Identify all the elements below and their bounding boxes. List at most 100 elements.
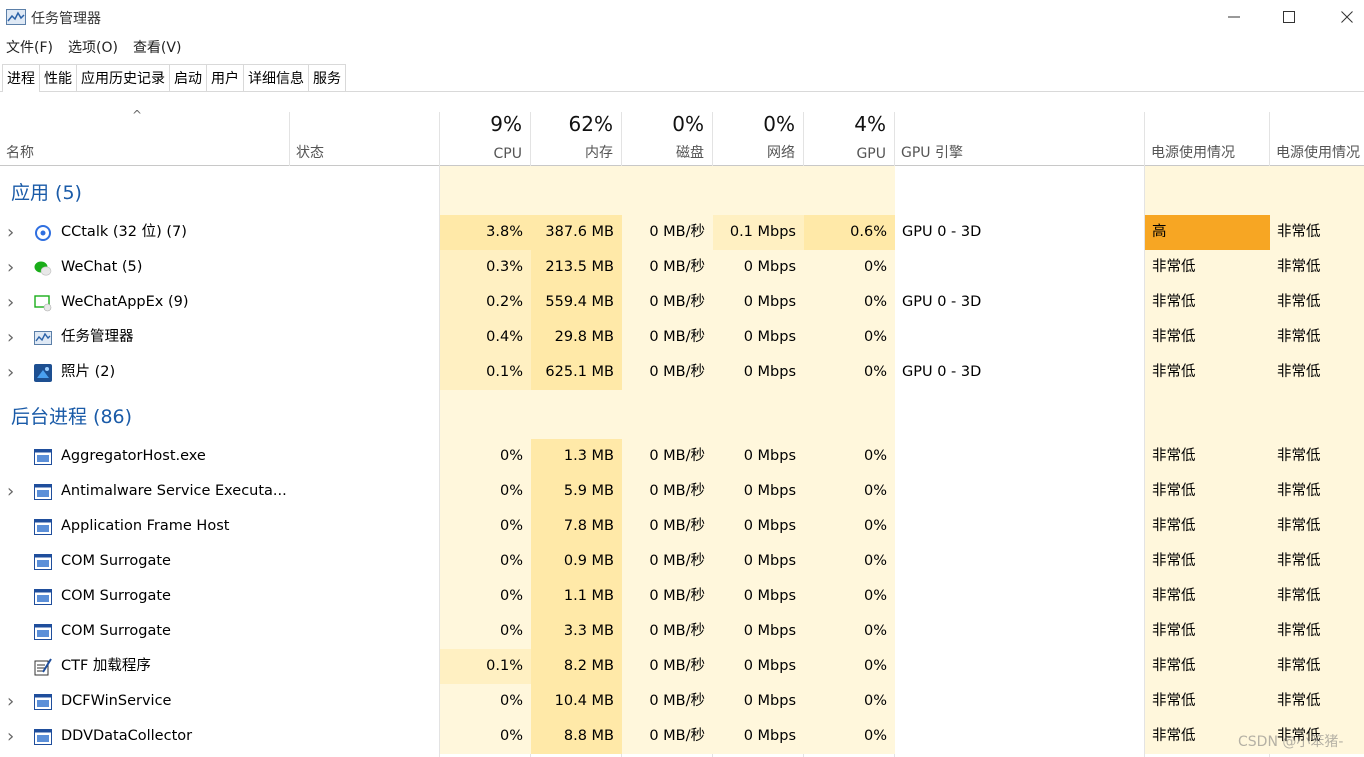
process-icon [34,553,52,571]
cctalk-icon [34,224,52,242]
process-row[interactable]: Application Frame Host 0% 7.8 MB 0 MB/秒 0 Mb… [0,509,1364,544]
watermark: CSDN @小笨猪- [1238,734,1344,750]
column-network[interactable]: 0% 网络 [713,112,804,166]
group-title: 后台进程 (86) [11,406,133,428]
process-row[interactable]: › WeChat (5) 0.3% 213.5 MB 0 MB/秒 0 Mbps 0% 非常低… [0,250,1364,285]
process-row[interactable]: AggregatorHost.exe 0% 1.3 MB 0 MB/秒 0 Mbps 0%… [0,439,1364,474]
process-row[interactable]: › 任务管理器 0.4% 29.8 MB 0 MB/秒 0 Mbps 0% 非常低 非常低 [0,320,1364,355]
group-header-row[interactable]: 应用 (5) [0,166,1364,215]
menu-file[interactable]: 文件(F) [0,37,59,59]
network-total-percent: 0% [763,112,795,136]
disk-value: 0 MB/秒 [622,684,713,719]
process-row[interactable]: › 照片 (2) 0.1% 625.1 MB 0 MB/秒 0 Mbps 0% GPU 0 -… [0,355,1364,390]
disk-value: 0 MB/秒 [622,285,713,320]
network-value: 0 Mbps [713,285,804,320]
process-row[interactable]: › DCFWinService 0% 10.4 MB 0 MB/秒 0 Mbps 0% 非常低… [0,684,1364,719]
process-row[interactable]: COM Surrogate 0% 0.9 MB 0 MB/秒 0 Mbps 0% 非常低 非常… [0,544,1364,579]
column-cpu[interactable]: 9% CPU [440,112,531,166]
process-row[interactable]: › Antimalware Service Executa... 0% 5.9 MB 0… [0,474,1364,509]
process-row[interactable]: COM Surrogate 0% 1.1 MB 0 MB/秒 0 Mbps 0% 非常低 非常… [0,579,1364,614]
power-usage-value: 非常低 [1145,684,1270,719]
column-name[interactable]: ^ 名称 [0,108,290,166]
column-status[interactable]: 状态 [290,112,440,166]
cpu-value: 0.1% [440,649,531,684]
process-row[interactable]: COM Surrogate 0% 3.3 MB 0 MB/秒 0 Mbps 0% 非常低 非常… [0,614,1364,649]
gpu-value: 0% [804,684,895,719]
tab-details[interactable]: 详细信息 [243,64,309,91]
close-button[interactable] [1318,0,1364,34]
network-value: 0 Mbps [713,474,804,509]
power-usage-value: 非常低 [1145,649,1270,684]
column-power-label: 电源使用情况 [1151,145,1235,161]
close-icon [1341,11,1353,23]
memory-value: 625.1 MB [531,355,622,390]
group-heat-fill [622,390,713,439]
network-value: 0 Mbps [713,719,804,754]
cpu-value: 0.1% [440,355,531,390]
chevron-right-icon[interactable]: › [7,215,14,250]
photos-icon [34,364,52,382]
chevron-right-icon[interactable]: › [7,285,14,320]
process-name: WeChatAppEx (9) [61,294,189,310]
memory-value: 387.6 MB [531,215,622,250]
column-power-trend[interactable]: 电源使用情况 [1270,112,1364,166]
gpu-engine-value: GPU 0 - 3D [902,294,982,310]
chevron-right-icon[interactable]: › [7,250,14,285]
chevron-right-icon[interactable]: › [7,684,14,719]
gpu-value: 0% [804,250,895,285]
gpu-engine-value: GPU 0 - 3D [902,364,982,380]
menu-bar: 文件(F) 选项(O) 查看(V) [0,37,190,59]
process-icon [34,623,52,641]
tab-startup[interactable]: 启动 [169,64,207,91]
disk-value: 0 MB/秒 [622,439,713,474]
power-usage-value: 非常低 [1145,509,1270,544]
menu-options[interactable]: 选项(O) [62,37,124,59]
cpu-value: 0% [440,684,531,719]
minimize-button[interactable] [1205,0,1263,34]
column-gpu[interactable]: 4% GPU [804,112,895,166]
chevron-right-icon[interactable]: › [7,474,14,509]
group-header-row[interactable]: 后台进程 (86) [0,390,1364,439]
maximize-button[interactable] [1260,0,1318,34]
process-icon [34,588,52,606]
tab-users[interactable]: 用户 [206,64,244,91]
network-value: 0 Mbps [713,355,804,390]
memory-value: 5.9 MB [531,474,622,509]
power-usage-value: 非常低 [1145,285,1270,320]
column-memory[interactable]: 62% 内存 [531,112,622,166]
menu-view[interactable]: 查看(V) [127,37,188,59]
cpu-value: 0% [440,719,531,754]
chevron-right-icon[interactable]: › [7,719,14,754]
power-usage-value: 非常低 [1145,439,1270,474]
tab-services[interactable]: 服务 [308,64,346,91]
process-row[interactable]: › DDVDataCollector 0% 8.8 MB 0 MB/秒 0 Mbps 0% 非… [0,719,1364,754]
tab-processes[interactable]: 进程 [2,64,40,92]
group-heat-fill [440,166,531,215]
power-usage-value: 非常低 [1145,250,1270,285]
tab-performance[interactable]: 性能 [39,64,77,91]
process-name: Application Frame Host [61,518,230,534]
process-row[interactable]: CTF 加载程序 0.1% 8.2 MB 0 MB/秒 0 Mbps 0% 非常低 非常低 [0,649,1364,684]
network-value: 0 Mbps [713,614,804,649]
gpu-value: 0% [804,285,895,320]
gpu-value: 0% [804,579,895,614]
group-heat-fill [804,390,895,439]
process-icon [34,518,52,536]
column-gpu-engine[interactable]: GPU 引擎 [895,112,1145,166]
process-row[interactable]: › WeChatAppEx (9) 0.2% 559.4 MB 0 MB/秒 0 Mbps… [0,285,1364,320]
column-power[interactable]: 电源使用情况 [1145,112,1270,166]
chevron-right-icon[interactable]: › [7,320,14,355]
network-value: 0 Mbps [713,250,804,285]
cpu-value: 3.8% [440,215,531,250]
tab-app-history[interactable]: 应用历史记录 [76,64,170,91]
process-name: Antimalware Service Executa... [61,483,287,499]
column-disk[interactable]: 0% 磁盘 [622,112,713,166]
network-value: 0 Mbps [713,320,804,355]
process-icon [34,728,52,746]
chevron-right-icon[interactable]: › [7,355,14,390]
process-row[interactable]: › CCtalk (32 位) (7) 3.8% 387.6 MB 0 MB/秒 0.1 … [0,215,1364,250]
group-heat-fill [531,390,622,439]
column-gpu-engine-label: GPU 引擎 [901,145,963,161]
power-trend-value: 非常低 [1270,649,1364,684]
power-trend-value: 非常低 [1270,474,1364,509]
